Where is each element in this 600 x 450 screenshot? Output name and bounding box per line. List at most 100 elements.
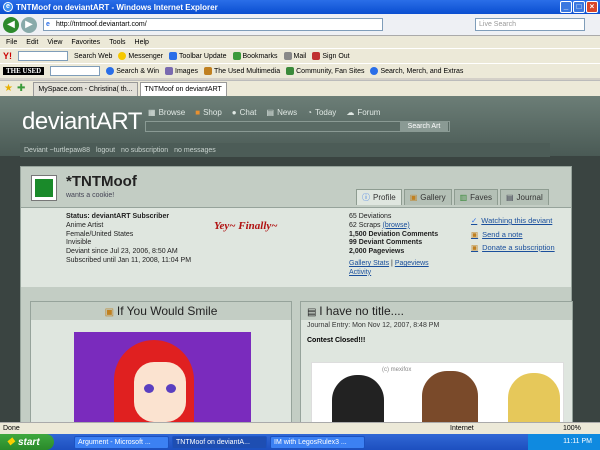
back-button[interactable]: ◀ xyxy=(3,16,19,33)
tab-profile[interactable]: ⓘ Profile xyxy=(356,189,402,205)
journal-title: ▤ I have no title.... xyxy=(301,302,572,320)
messages-link[interactable]: no messages xyxy=(174,147,216,154)
bookmarks-button[interactable]: Bookmarks xyxy=(232,52,278,60)
search-art-button[interactable]: Search Art xyxy=(400,122,448,131)
journal-image[interactable]: (c) mexifox xyxy=(311,362,564,422)
search-field-1[interactable] xyxy=(18,51,68,61)
close-icon[interactable]: × xyxy=(586,1,598,13)
nav-chat[interactable]: ● Chat xyxy=(232,108,257,117)
gear-icon xyxy=(169,52,178,60)
tab-journal[interactable]: ▤ Journal xyxy=(499,189,549,205)
tab-deviantart[interactable]: TNTMoof on deviantART xyxy=(139,81,227,96)
stat-dev-comments: 1,500 Deviation Comments xyxy=(349,230,439,238)
live-search-input[interactable]: Live Search xyxy=(475,18,585,31)
search-win-button[interactable]: Search & Win xyxy=(106,67,159,75)
nav-browse-label: Browse xyxy=(158,108,186,117)
tab-faves[interactable]: ▥ Faves xyxy=(453,189,498,205)
used-multimedia-label: The Used Multimedia xyxy=(213,67,281,75)
status-text: Done xyxy=(3,425,20,432)
minimize-icon[interactable]: _ xyxy=(560,1,572,13)
url-input[interactable]: http://tntmoof.deviantart.com/ xyxy=(43,18,383,31)
task-word[interactable]: Argument - Microsoft ... xyxy=(74,435,169,449)
donate-label: Donate a subscription xyxy=(482,243,555,252)
stat-scraps: 62 Scraps xyxy=(349,221,381,229)
gallery-icon: ▣ xyxy=(409,193,418,202)
search-field-2[interactable] xyxy=(50,66,101,76)
tab-faves-label: Faves xyxy=(470,193,492,202)
yahoo-logo[interactable]: Y! xyxy=(3,51,12,61)
menu-edit[interactable]: Edit xyxy=(26,39,38,46)
featured-deviation-panel: ▣ If You Would Smile xyxy=(30,301,292,422)
profile-tabs: ⓘ Profile ▣ Gallery ▥ Faves ▤ Journal xyxy=(356,189,549,205)
windows-logo-icon: ❖ xyxy=(6,436,15,448)
da-logo[interactable]: deviantART xyxy=(22,108,142,136)
task-im[interactable]: IM with LegosRulex3 ... xyxy=(270,435,365,449)
maximize-icon[interactable]: □ xyxy=(573,1,585,13)
community-button[interactable]: Community, Fan Sites xyxy=(286,67,364,75)
forward-button[interactable]: ▶ xyxy=(21,16,37,33)
nav-browse[interactable]: ▦ Browse xyxy=(148,108,185,117)
favorites-star-icon[interactable]: ★ xyxy=(4,83,13,94)
bookmark-icon xyxy=(232,52,241,60)
browse-scraps-link[interactable]: (browse) xyxy=(382,222,409,229)
profile-info: Status: deviantART Subscriber Anime Arti… xyxy=(21,207,571,287)
globe-icon xyxy=(370,67,379,75)
toolbar-update-button[interactable]: Toolbar Update xyxy=(169,52,227,60)
journal-meta: Journal Entry: Mon Nov 12, 2007, 8:48 PM xyxy=(307,322,440,329)
used-multimedia-button[interactable]: The Used Multimedia xyxy=(203,67,281,75)
logout-link[interactable]: logout xyxy=(96,147,115,154)
the-used-logo[interactable]: THE USED xyxy=(3,67,45,75)
nav-today[interactable]: ◔ Today xyxy=(307,108,336,117)
stat-pageviews: 2,000 Pageviews xyxy=(349,248,405,256)
merch-label: Search, Merch, and Extras xyxy=(380,67,464,75)
chat-icon: ● xyxy=(231,108,237,117)
mail-button[interactable]: Mail xyxy=(283,52,306,60)
watch-link[interactable]: ✓ Watching this deviant xyxy=(471,214,555,228)
nav-chat-label: Chat xyxy=(239,108,257,117)
subscription-link[interactable]: no subscription xyxy=(121,147,168,154)
images-button[interactable]: Images xyxy=(165,67,198,75)
add-favorite-icon[interactable]: ✚ xyxy=(17,83,25,94)
clock[interactable]: 11:11 PM xyxy=(563,438,592,445)
note-icon: ▣ xyxy=(471,229,479,239)
bookmarks-label: Bookmarks xyxy=(242,52,278,60)
menu-file[interactable]: File xyxy=(6,39,17,46)
menu-favorites[interactable]: Favorites xyxy=(71,39,100,46)
start-button[interactable]: ❖ start xyxy=(0,434,54,450)
nav-news[interactable]: ▤ News xyxy=(267,108,298,117)
window-titlebar: e TNTMoof on deviantART - Windows Intern… xyxy=(0,0,600,14)
menu-help[interactable]: Help xyxy=(135,39,149,46)
activity-link[interactable]: Activity xyxy=(349,269,371,276)
menu-tools[interactable]: Tools xyxy=(109,39,125,46)
page-viewport: deviantART ▦ Browse ■ Shop ● Chat ▤ News ◔ To… xyxy=(0,96,600,422)
sign-out-button[interactable]: Sign Out xyxy=(312,52,350,60)
search-web-button[interactable]: Search Web xyxy=(74,53,112,60)
tab-gallery[interactable]: ▣ Gallery xyxy=(403,189,452,205)
featured-artwork[interactable] xyxy=(74,332,251,422)
merch-button[interactable]: Search, Merch, and Extras xyxy=(370,67,463,75)
task-ie[interactable]: TNTMoof on deviantA... xyxy=(172,435,267,449)
journal-icon: ▤ xyxy=(307,307,320,318)
info-line: Deviant since Jul 23, 2006, 8:50 AM xyxy=(66,248,178,256)
gallery-stats-link[interactable]: Gallery Stats xyxy=(349,260,389,267)
donate-link[interactable]: ▣ Donate a subscription xyxy=(471,241,555,255)
faves-icon: ▥ xyxy=(459,193,468,202)
pageviews-link[interactable]: Pageviews xyxy=(395,260,429,267)
avatar[interactable] xyxy=(31,175,57,201)
nav-shop[interactable]: ■ Shop xyxy=(195,108,222,117)
status-label: Status: deviantART Subscriber xyxy=(66,213,170,220)
browse-icon: ▦ xyxy=(148,108,156,117)
nav-forum[interactable]: ☁ Forum xyxy=(346,108,380,117)
media-icon xyxy=(203,67,212,75)
sign-out-label: Sign Out xyxy=(322,52,350,60)
info-line: Female/United States xyxy=(66,230,134,238)
search-win-label: Search & Win xyxy=(116,67,160,75)
send-note-label: Send a note xyxy=(482,229,523,239)
send-note-link[interactable]: ▣ Send a note xyxy=(471,228,555,242)
menu-view[interactable]: View xyxy=(47,39,62,46)
user-bar: Deviant ~turtlepaw88 logout no subscript… xyxy=(20,143,550,157)
tab-myspace[interactable]: MySpace.com - Christina( th... xyxy=(33,81,138,96)
user-name[interactable]: Deviant ~turtlepaw88 xyxy=(24,147,90,154)
messenger-button[interactable]: Messenger xyxy=(118,52,163,60)
community-label: Community, Fan Sites xyxy=(296,67,365,75)
